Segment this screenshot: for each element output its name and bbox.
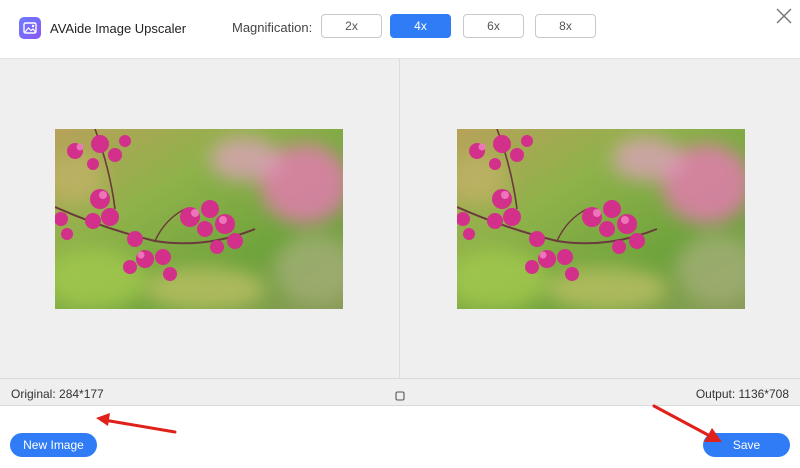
magnification-label: Magnification: xyxy=(232,20,313,35)
app-title: AVAide Image Upscaler xyxy=(50,21,187,36)
new-image-button[interactable]: New Image xyxy=(10,433,97,457)
compare-square-icon[interactable] xyxy=(395,388,405,401)
magnification-8x-button[interactable]: 8x xyxy=(535,14,596,38)
preview-area xyxy=(0,58,800,379)
preview-divider xyxy=(399,59,400,379)
footer-bar: New Image Save xyxy=(0,406,800,468)
magnification-6x-button[interactable]: 6x xyxy=(463,14,524,38)
magnification-4x-button[interactable]: 4x xyxy=(390,14,451,38)
magnification-2x-button[interactable]: 2x xyxy=(321,14,382,38)
original-size-label: Original: 284*177 xyxy=(11,387,104,401)
image-info-bar: Original: 284*177 Output: 1136*708 xyxy=(0,378,800,406)
app-header: AVAide Image Upscaler Magnification: 2x … xyxy=(0,0,800,58)
close-icon[interactable] xyxy=(773,5,795,27)
app-logo-icon xyxy=(19,17,41,39)
original-image xyxy=(55,129,343,309)
output-size-label: Output: 1136*708 xyxy=(695,387,789,401)
output-image xyxy=(457,129,745,309)
save-button[interactable]: Save xyxy=(703,433,790,457)
